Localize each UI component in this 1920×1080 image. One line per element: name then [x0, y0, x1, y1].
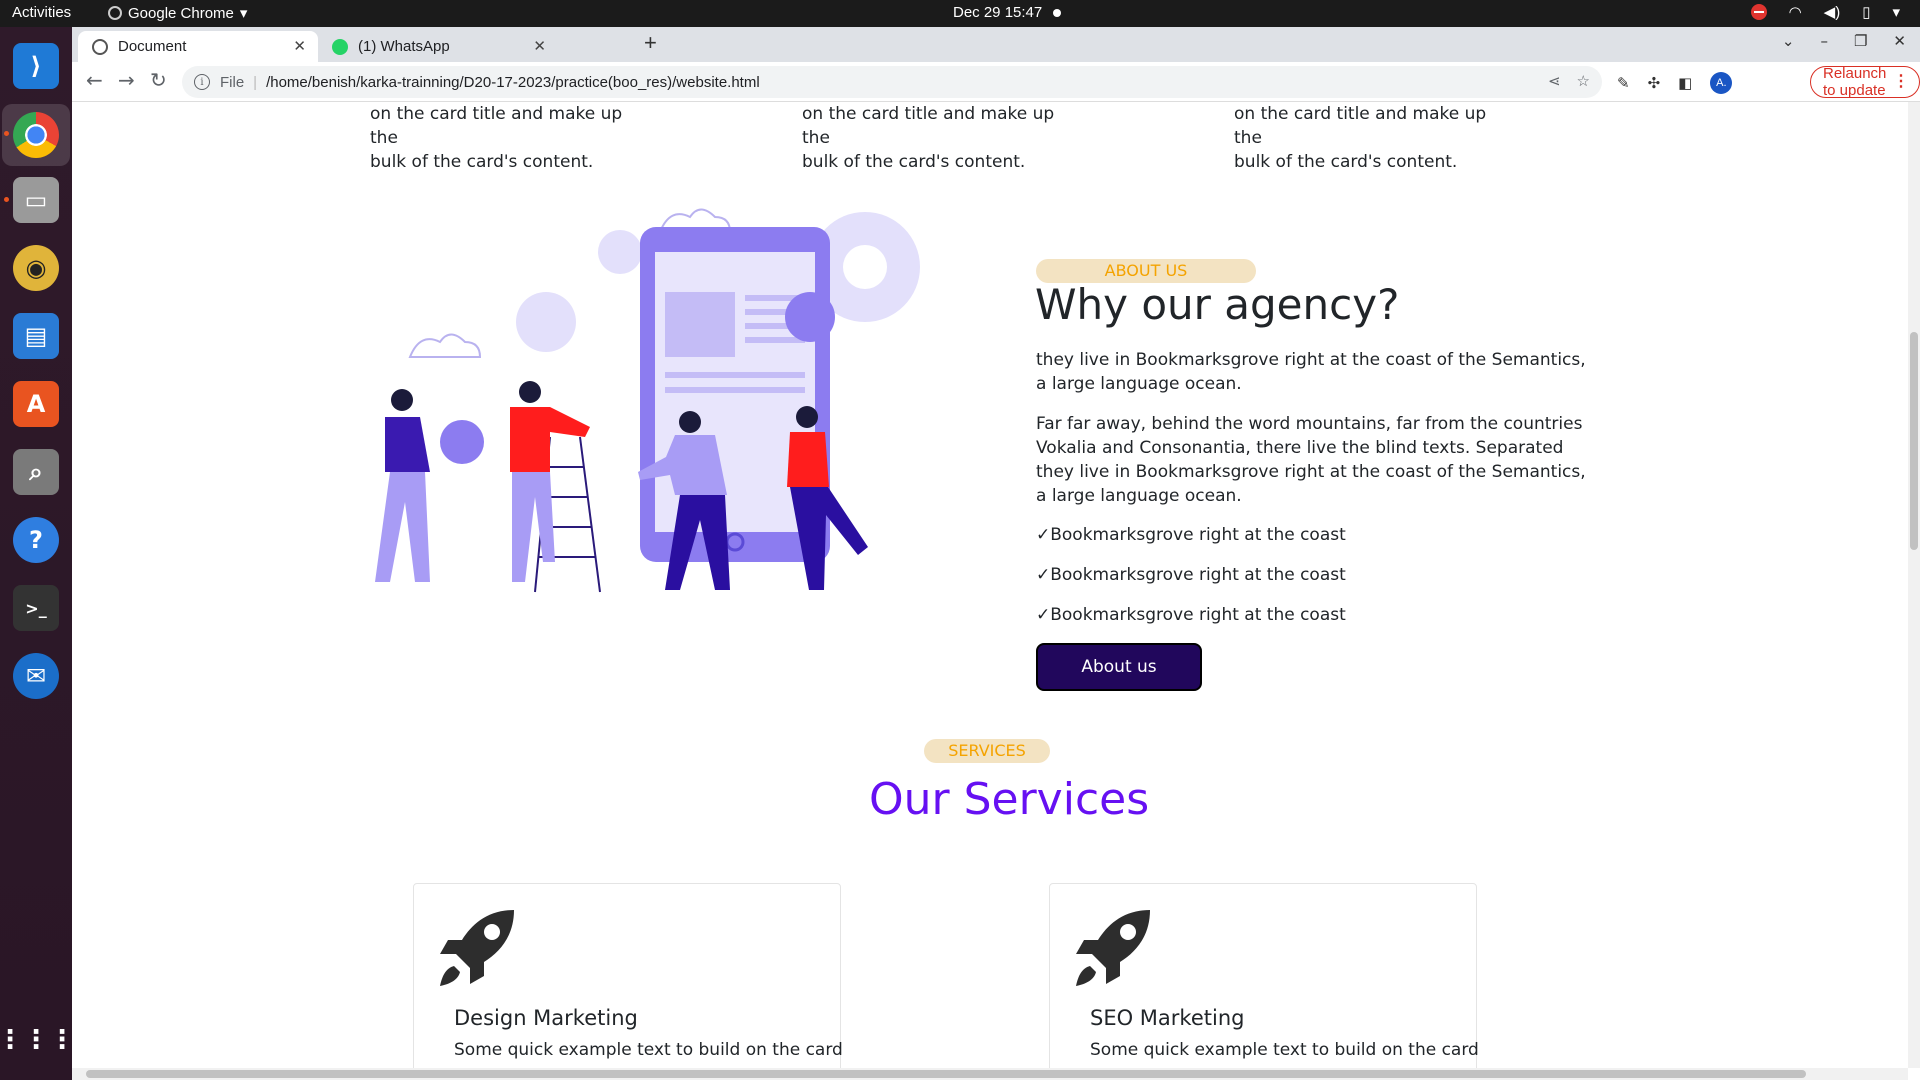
card-text-line: on the card title and make up the — [802, 104, 1055, 148]
rhythmbox-icon[interactable]: ◉ — [13, 245, 59, 291]
rocket-icon — [440, 910, 514, 986]
card-text-3: on the card title and make up the bulk o… — [1234, 102, 1504, 174]
do-not-disturb-icon[interactable] — [1750, 4, 1767, 20]
profile-avatar[interactable]: A. — [1710, 72, 1733, 94]
system-top-bar: Activities Google Chrome ▾ Dec 29 15:47 … — [0, 0, 1920, 27]
power-menu-icon[interactable]: ▾ — [1892, 3, 1900, 21]
battery-icon[interactable]: ▯ — [1862, 3, 1870, 21]
wifi-icon[interactable]: ◠ — [1789, 3, 1802, 21]
terminal-icon[interactable]: >_ — [13, 585, 59, 631]
magnifier-icon[interactable]: ⌕ — [13, 449, 59, 495]
restore-icon[interactable]: ❐ — [1854, 32, 1867, 50]
close-tab-icon[interactable]: ✕ — [533, 37, 546, 55]
whatsapp-icon — [332, 38, 348, 55]
browser-toolbar: ← → ↻ i File | /home/benish/karka-trainn… — [72, 62, 1920, 102]
new-tab-button[interactable]: + — [644, 30, 657, 56]
about-heading: Why our agency? — [1035, 280, 1400, 329]
service-name: Design Marketing — [454, 1006, 638, 1030]
address-bar[interactable]: i File | /home/benish/karka-trainning/D2… — [182, 66, 1602, 98]
tab-title: (1) WhatsApp — [358, 38, 450, 55]
minimize-icon[interactable]: – — [1820, 32, 1828, 50]
thunderbird-icon[interactable]: ✉ — [13, 653, 59, 699]
volume-icon[interactable]: ◀) — [1824, 3, 1841, 21]
about-paragraph-2: Far far away, behind the word mountains,… — [1036, 414, 1586, 506]
tab-title: Document — [118, 38, 187, 55]
check-item: ✓Bookmarksgrove right at the coast — [1036, 605, 1346, 625]
services-title: Our Services — [869, 774, 1150, 825]
app-menu[interactable]: Google Chrome ▾ — [108, 4, 247, 22]
services-badge: SERVICES — [924, 739, 1050, 763]
card-text-line: on the card title and make up the — [1234, 104, 1487, 148]
check-item: ✓Bookmarksgrove right at the coast — [1036, 525, 1346, 545]
app-menu-label: Google Chrome — [128, 4, 234, 22]
service-description: Some quick example text to build on the … — [1090, 1040, 1479, 1060]
about-us-button[interactable]: About us — [1036, 643, 1202, 691]
person-1 — [375, 389, 484, 582]
bookmark-star-icon[interactable]: ☆ — [1577, 72, 1590, 90]
side-panel-icon[interactable]: ◧ — [1678, 74, 1692, 92]
address-separator: | — [253, 73, 258, 91]
gear-hole — [843, 245, 887, 289]
service-card-design[interactable]: Design Marketing Some quick example text… — [413, 883, 843, 1068]
tab-whatsapp[interactable]: (1) WhatsApp ✕ — [318, 31, 558, 62]
eyedropper-icon[interactable]: ✎ — [1617, 74, 1630, 92]
service-name: SEO Marketing — [1090, 1006, 1245, 1030]
horizontal-scrollbar[interactable] — [72, 1068, 1908, 1080]
dock: ⟩ ▭ ◉ ▤ A ⌕ ? >_ ✉ ⋮⋮⋮ — [0, 27, 75, 1080]
scheme-label: File — [220, 73, 245, 91]
url-text[interactable]: /home/benish/karka-trainning/D20-17-2023… — [266, 74, 760, 91]
check-item: ✓Bookmarksgrove right at the coast — [1036, 565, 1346, 585]
files-icon[interactable]: ▭ — [13, 177, 59, 223]
tab-document[interactable]: Document ✕ — [78, 31, 318, 62]
globe-icon — [92, 38, 108, 55]
card-text-line: on the card title and make up the — [370, 104, 623, 148]
vscode-icon[interactable]: ⟩ — [13, 43, 59, 89]
person-2 — [510, 381, 590, 582]
app-grid-icon[interactable]: ⋮⋮⋮ — [0, 1017, 75, 1063]
relaunch-label: Relaunch to update — [1823, 65, 1887, 99]
extension-icons: ✎ ✣ ◧ A. — [1617, 72, 1733, 94]
clock[interactable]: Dec 29 15:47 — [953, 4, 1042, 21]
notification-dot-icon — [1053, 9, 1061, 17]
writer-icon[interactable]: ▤ — [13, 313, 59, 359]
card-text-line: bulk of the card's content. — [1234, 152, 1458, 172]
vertical-scroll-thumb[interactable] — [1910, 332, 1918, 550]
tab-strip: Document ✕ (1) WhatsApp ✕ + ⌄ – ❐ ✕ — [72, 27, 1920, 62]
extensions-puzzle-icon[interactable]: ✣ — [1648, 74, 1661, 92]
running-indicator — [4, 197, 9, 202]
image-placeholder — [665, 292, 735, 357]
vertical-scrollbar[interactable] — [1908, 102, 1920, 1068]
service-description: Some quick example text to build on the … — [454, 1040, 843, 1060]
horizontal-scroll-thumb[interactable] — [86, 1070, 1806, 1078]
back-icon[interactable]: ← — [86, 68, 103, 92]
team-illustration — [375, 208, 920, 593]
tab-search-icon[interactable]: ⌄ — [1782, 32, 1795, 50]
help-icon[interactable]: ? — [13, 517, 59, 563]
share-icon[interactable]: ⋖ — [1548, 72, 1561, 90]
about-paragraph-1: they live in Bookmarksgrove right at the… — [1036, 350, 1586, 394]
forward-icon[interactable]: → — [118, 68, 135, 92]
card-text-line: bulk of the card's content. — [370, 152, 594, 172]
reload-icon[interactable]: ↻ — [150, 68, 167, 92]
chrome-small-icon — [108, 6, 122, 20]
relaunch-button[interactable]: Relaunch to update ⋮ — [1810, 65, 1920, 99]
software-center-icon[interactable]: A — [13, 381, 59, 427]
page-viewport: on the card title and make up the bulk o… — [72, 102, 1908, 1068]
kebab-menu-icon[interactable]: ⋮ — [1893, 71, 1909, 91]
omnibox-actions: ⋖ ☆ — [1548, 72, 1590, 90]
running-indicator — [4, 131, 9, 136]
service-card-seo[interactable]: SEO Marketing Some quick example text to… — [1049, 883, 1479, 1068]
rocket-icon — [1076, 910, 1150, 986]
chevron-down-icon: ▾ — [239, 5, 248, 22]
close-window-icon[interactable]: ✕ — [1893, 32, 1906, 50]
close-tab-icon[interactable]: ✕ — [293, 37, 306, 55]
window-controls: ⌄ – ❐ ✕ — [1782, 32, 1906, 50]
chrome-icon[interactable] — [13, 112, 59, 158]
card-text-2: on the card title and make up the bulk o… — [802, 102, 1072, 174]
activities-button[interactable]: Activities — [12, 4, 71, 21]
info-icon[interactable]: i — [194, 74, 210, 90]
card-text-line: bulk of the card's content. — [802, 152, 1026, 172]
card-text-1: on the card title and make up the bulk o… — [370, 102, 640, 174]
system-tray[interactable]: ◠ ◀) ▯ ▾ — [1750, 3, 1900, 21]
